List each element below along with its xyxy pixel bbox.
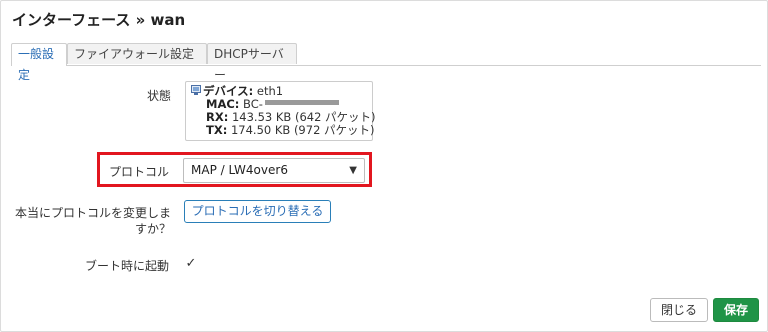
status-box: デバイス: eth1 MAC: BC- RX: 143.53 KB (642 パ… <box>185 81 376 141</box>
interface-dialog: インターフェース » wan 一般設定 ファイアウォール設定 DHCPサーバー … <box>0 0 768 332</box>
switch-protocol-button[interactable]: プロトコルを切り替える <box>184 200 331 223</box>
close-button[interactable]: 閉じる <box>650 298 708 322</box>
start-on-boot-label: ブート時に起動 <box>84 259 169 273</box>
mac-value: BC- <box>243 97 263 111</box>
tab-bar: 一般設定 ファイアウォール設定 DHCPサーバー <box>11 43 761 82</box>
device-key: デバイス: <box>203 84 254 98</box>
protocol-label: プロトコル <box>108 165 169 179</box>
chevron-down-icon: ▼ <box>349 165 357 176</box>
dialog-title: インターフェース » wan <box>12 11 186 29</box>
tab-firewall-settings[interactable]: ファイアウォール設定 <box>67 43 207 64</box>
save-button[interactable]: 保存 <box>713 298 759 322</box>
protocol-select[interactable]: MAP / LW4over6 ▼ <box>183 158 365 183</box>
mac-key: MAC: <box>206 97 240 111</box>
start-on-boot-checkbox[interactable]: ✓ <box>184 257 198 271</box>
protocol-selected-value: MAP / LW4over6 <box>191 163 288 177</box>
tx-key: TX: <box>206 123 228 137</box>
status-label: 状態 <box>146 89 171 103</box>
tab-general-settings[interactable]: 一般設定 <box>11 43 67 82</box>
tx-value: 174.50 KB (972 パケット) <box>230 123 375 137</box>
network-device-icon <box>191 85 201 96</box>
rx-key: RX: <box>206 110 229 124</box>
mac-redaction <box>264 100 339 105</box>
device-value: eth1 <box>256 84 284 98</box>
switch-protocol-prompt: 本当にプロトコルを変更しますか？ <box>14 206 171 236</box>
tab-dhcp-server[interactable]: DHCPサーバー <box>207 43 297 82</box>
rx-value: 143.53 KB (642 パケット) <box>231 110 376 124</box>
